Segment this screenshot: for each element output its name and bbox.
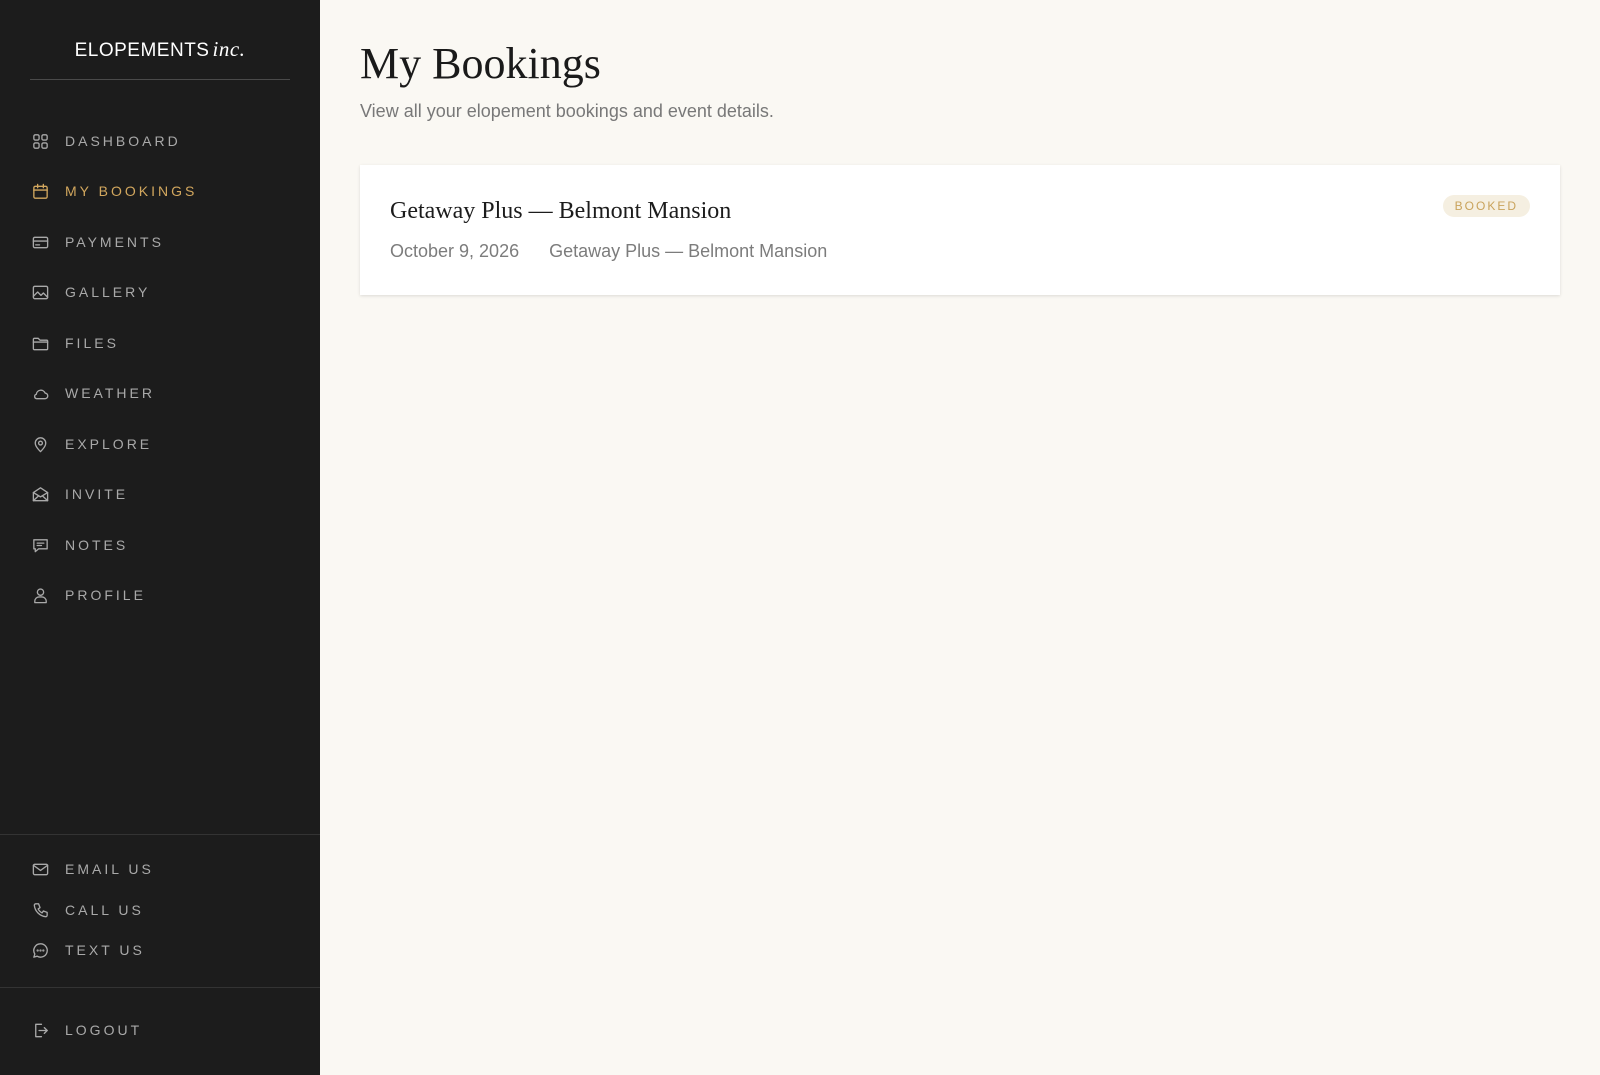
booking-date: October 9, 2026 (390, 241, 520, 261)
sidebar-item-label: PROFILE (65, 587, 146, 603)
image-icon (30, 282, 50, 302)
sidebar-item-label: NOTES (65, 537, 129, 553)
page-subtitle: View all your elopement bookings and eve… (360, 101, 774, 121)
booking-meta: October 9, 2026 Getaway Plus — Belmont M… (390, 241, 827, 262)
status-badge: BOOKED (1442, 195, 1530, 217)
sidebar-item-label: EXPLORE (65, 436, 153, 452)
sidebar-item-label: PAYMENTS (65, 234, 164, 250)
sidebar-item-label: FILES (65, 335, 119, 351)
sidebar-item-label: TEXT US (65, 942, 145, 958)
brand-divider (30, 79, 290, 80)
brand-suffix: inc. (212, 37, 246, 61)
user-icon (30, 585, 50, 605)
sidebar-item-notes[interactable]: NOTES (30, 531, 290, 559)
calendar-icon (30, 181, 50, 201)
envelope-open-icon (30, 484, 50, 504)
sidebar-item-label: INVITE (65, 486, 129, 502)
sidebar-item-weather[interactable]: WEATHER (30, 379, 290, 407)
sidebar-item-text-us[interactable]: TEXT US (30, 936, 290, 964)
sidebar-item-files[interactable]: FILES (30, 329, 290, 357)
chat-bubble-icon (30, 940, 50, 960)
sidebar-item-payments[interactable]: PAYMENTS (30, 228, 290, 256)
brand-name: ELOPEMENTS (74, 40, 210, 61)
sidebar-item-my-bookings[interactable]: MY BOOKINGS (30, 177, 290, 205)
sidebar-divider (0, 987, 320, 988)
sidebar-item-explore[interactable]: EXPLORE (30, 430, 290, 458)
booking-card[interactable]: Getaway Plus — Belmont Mansion October 9… (360, 165, 1560, 295)
logout-icon (30, 1020, 50, 1040)
sidebar-item-label: CALL US (65, 902, 144, 918)
sidebar-item-label: MY BOOKINGS (65, 183, 198, 199)
sidebar-item-dashboard[interactable]: DASHBOARD (30, 127, 290, 155)
grid-icon (30, 131, 50, 151)
logout-button[interactable]: LOGOUT (30, 1016, 290, 1044)
brand-logo[interactable]: ELOPEMENTS inc. (30, 37, 290, 62)
main-content: My Bookings View all your elopement book… (320, 0, 1600, 1075)
sidebar-item-email-us[interactable]: EMAIL US (30, 855, 290, 883)
cloud-icon (30, 383, 50, 403)
sidebar-item-call-us[interactable]: CALL US (30, 896, 290, 924)
phone-icon (30, 900, 50, 920)
logout-label: LOGOUT (65, 1022, 143, 1038)
sidebar-item-invite[interactable]: INVITE (30, 480, 290, 508)
sidebar: ELOPEMENTS inc. DASHBOARD MY BOOKINGS PAY… (0, 0, 320, 1075)
mail-icon (30, 859, 50, 879)
sidebar-divider (0, 834, 320, 835)
folder-icon (30, 333, 50, 353)
sidebar-item-label: GALLERY (65, 284, 151, 300)
sidebar-item-gallery[interactable]: GALLERY (30, 278, 290, 306)
sidebar-item-label: DASHBOARD (65, 133, 181, 149)
sidebar-item-label: EMAIL US (65, 861, 154, 877)
message-square-icon (30, 535, 50, 555)
credit-card-icon (30, 232, 50, 252)
page-title: My Bookings (360, 39, 601, 88)
sidebar-item-label: WEATHER (65, 385, 155, 401)
booking-title: Getaway Plus — Belmont Mansion (390, 198, 732, 224)
map-pin-icon (30, 434, 50, 454)
booking-venue: Getaway Plus — Belmont Mansion (549, 241, 828, 261)
sidebar-item-profile[interactable]: PROFILE (30, 581, 290, 609)
